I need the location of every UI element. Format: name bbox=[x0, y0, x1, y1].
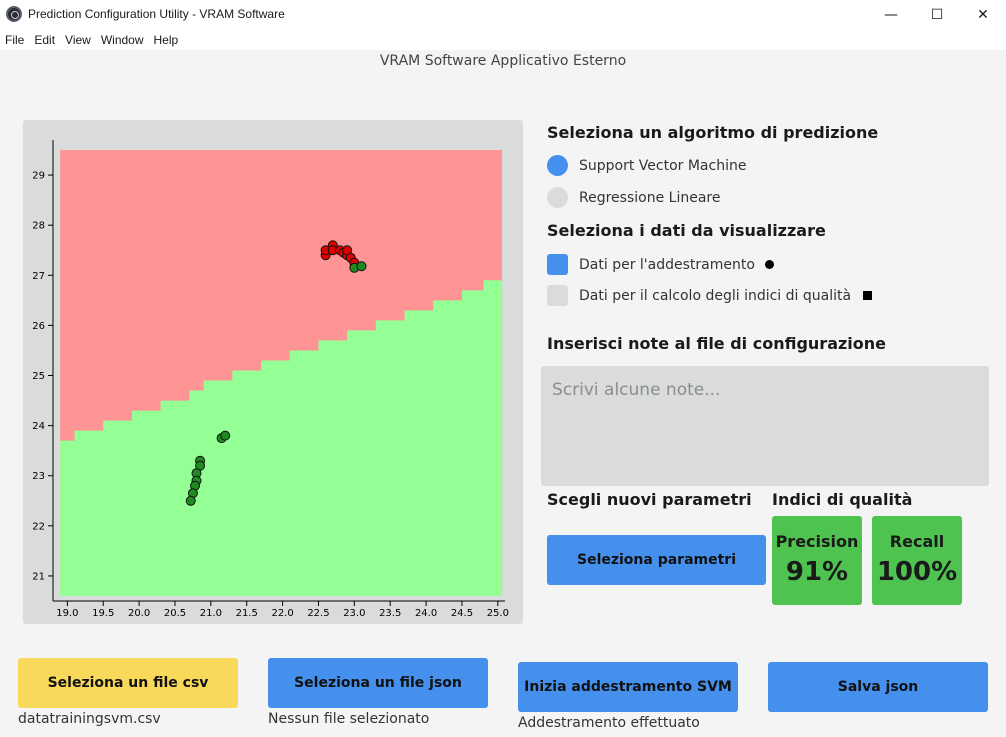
x-tick-label: 20.0 bbox=[128, 608, 150, 619]
save-json-button[interactable]: Salva json bbox=[768, 662, 988, 712]
plot-svg: 21 22 23 24 25 26 27 28 29 19.0 19.5 20.0 20.5 21.0 21… bbox=[32, 140, 509, 619]
option-training-data[interactable]: Dati per l'addestramento bbox=[547, 254, 774, 275]
minimize-button[interactable]: — bbox=[868, 0, 914, 30]
x-tick-label: 22.5 bbox=[307, 608, 329, 619]
x-tick-label: 24.5 bbox=[451, 608, 473, 619]
menu-help[interactable]: Help bbox=[154, 33, 179, 47]
option-linear-regression-label: Regressione Lineare bbox=[579, 189, 721, 206]
y-tick-label: 28 bbox=[32, 221, 45, 232]
green-point bbox=[220, 430, 231, 441]
close-button[interactable]: ✕ bbox=[960, 0, 1006, 30]
x-tick-label: 23.5 bbox=[379, 608, 401, 619]
recall-label: Recall bbox=[889, 532, 945, 551]
quality-heading: Indici di qualità bbox=[772, 490, 913, 509]
x-tick-label: 24.0 bbox=[415, 608, 437, 619]
app-subtitle: VRAM Software Applicativo Esterno bbox=[379, 53, 627, 69]
x-tick-label: 22.0 bbox=[271, 608, 293, 619]
checkbox-quality-data[interactable] bbox=[547, 285, 568, 306]
main-content: VRAM Software Applicativo Esterno 21 22 23… bbox=[0, 50, 1006, 737]
json-status: Nessun file selezionato bbox=[268, 711, 430, 727]
y-tick-label: 27 bbox=[32, 271, 45, 282]
recall-value: 100% bbox=[876, 557, 958, 587]
select-csv-button[interactable]: Seleziona un file csv bbox=[18, 658, 238, 708]
x-tick-label: 23.0 bbox=[343, 608, 365, 619]
radio-linear-regression[interactable] bbox=[547, 187, 568, 208]
y-tick-label: 22 bbox=[32, 521, 45, 532]
green-point bbox=[185, 495, 196, 506]
notes-heading: Inserisci note al file di configurazione bbox=[547, 334, 887, 353]
option-linear-regression[interactable]: Regressione Lineare bbox=[547, 187, 720, 208]
x-tick-label: 19.5 bbox=[92, 608, 114, 619]
menu-file[interactable]: File bbox=[5, 33, 24, 47]
x-tick-label: 21.0 bbox=[200, 608, 222, 619]
csv-status: datatrainingsvm.csv bbox=[18, 711, 161, 727]
menu-window[interactable]: Window bbox=[101, 33, 144, 47]
training-status: Addestramento effettuato bbox=[518, 715, 700, 731]
y-tick-label: 26 bbox=[32, 321, 45, 332]
menu-bar: File Edit View Window Help bbox=[0, 30, 1006, 50]
notes-input[interactable] bbox=[541, 366, 989, 486]
option-svm-label: Support Vector Machine bbox=[579, 157, 747, 174]
start-training-button[interactable]: Inizia addestramento SVM bbox=[518, 662, 738, 712]
x-tick-label: 19.0 bbox=[56, 608, 78, 619]
decision-boundary-plot: 21 22 23 24 25 26 27 28 29 19.0 19.5 20.0 20.5 21.0 21… bbox=[23, 120, 523, 624]
title-bar: Prediction Configuration Utility - VRAM … bbox=[0, 0, 1006, 30]
select-json-button[interactable]: Seleziona un file json bbox=[268, 658, 488, 708]
precision-value: 91% bbox=[785, 557, 849, 587]
menu-view[interactable]: View bbox=[65, 33, 91, 47]
green-point bbox=[356, 261, 367, 272]
circle-marker-icon bbox=[764, 260, 774, 269]
square-marker-icon bbox=[863, 291, 873, 300]
x-tick-label: 20.5 bbox=[164, 608, 186, 619]
window-title: Prediction Configuration Utility - VRAM … bbox=[28, 7, 285, 21]
precision-label: Precision bbox=[775, 532, 859, 551]
select-params-button[interactable]: Seleziona parametri bbox=[547, 535, 766, 585]
y-tick-label: 21 bbox=[32, 571, 45, 582]
option-training-data-label: Dati per l'addestramento bbox=[579, 256, 755, 273]
option-quality-data-label: Dati per il calcolo degli indici di qual… bbox=[579, 287, 852, 304]
precision-card: Precision 91% bbox=[772, 516, 862, 605]
x-tick-label: 21.5 bbox=[236, 608, 258, 619]
params-heading: Scegli nuovi parametri bbox=[547, 490, 752, 509]
x-tick-label: 25.0 bbox=[487, 608, 509, 619]
y-tick-label: 24 bbox=[32, 421, 45, 432]
checkbox-training-data[interactable] bbox=[547, 254, 568, 275]
y-tick-label: 25 bbox=[32, 371, 45, 382]
menu-edit[interactable]: Edit bbox=[34, 33, 55, 47]
data-view-heading: Seleziona i dati da visualizzare bbox=[547, 221, 826, 240]
app-icon bbox=[6, 6, 22, 22]
y-tick-label: 29 bbox=[32, 171, 45, 182]
option-svm[interactable]: Support Vector Machine bbox=[547, 155, 746, 176]
maximize-button[interactable]: ☐ bbox=[914, 0, 960, 30]
radio-svm[interactable] bbox=[547, 155, 568, 176]
option-quality-data[interactable]: Dati per il calcolo degli indici di qual… bbox=[547, 285, 873, 306]
algorithm-heading: Seleziona un algoritmo di predizione bbox=[547, 123, 879, 142]
recall-card: Recall 100% bbox=[872, 516, 962, 605]
y-tick-label: 23 bbox=[32, 471, 45, 482]
